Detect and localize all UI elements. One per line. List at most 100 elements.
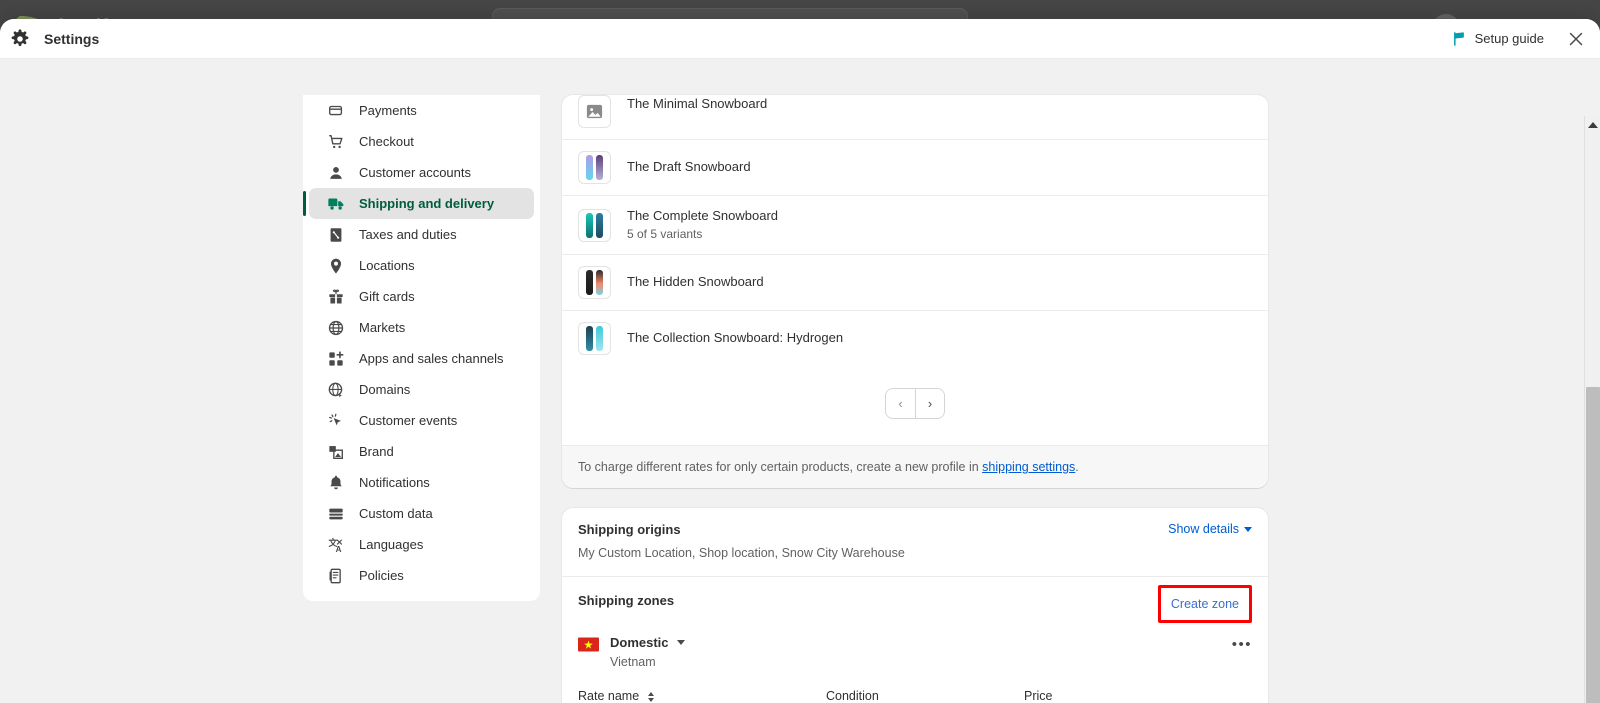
- vietnam-flag-icon: [578, 637, 599, 652]
- shipping-zone-info: Domestic Vietnam: [610, 635, 685, 669]
- shipping-origins-title: Shipping origins: [578, 522, 681, 538]
- vertical-scrollbar[interactable]: [1584, 116, 1600, 703]
- product-info: The Draft Snowboard: [627, 158, 751, 177]
- database-icon: [329, 508, 343, 519]
- table-row[interactable]: The Complete Snowboard 5 of 5 variants: [562, 196, 1268, 256]
- shipping-zone-name-row[interactable]: Domestic: [610, 635, 685, 650]
- snowboard-image: [586, 326, 603, 352]
- product-info: The Hidden Snowboard: [627, 273, 764, 292]
- product-variants: 5 of 5 variants: [627, 226, 703, 241]
- shipping-zones-header: Shipping zones Create zone: [562, 577, 1268, 631]
- shipping-zone-more-menu[interactable]: •••: [1232, 635, 1252, 652]
- product-title: The Minimal Snowboard: [627, 96, 768, 111]
- sidebar-item-brand[interactable]: Brand: [309, 436, 534, 467]
- shipping-zones-title: Shipping zones: [578, 593, 675, 609]
- pagination-next-button[interactable]: ›: [915, 389, 944, 419]
- sidebar-item-checkout[interactable]: Checkout: [309, 126, 534, 157]
- sidebar-item-custom-data[interactable]: Custom data: [309, 498, 534, 529]
- shipping-origins-header: Shipping origins Show details: [578, 522, 1252, 537]
- table-row[interactable]: The Collection Snowboard: Hydrogen: [562, 311, 1268, 366]
- sidebar-item-label: Locations: [359, 258, 415, 273]
- cart-icon: [329, 134, 343, 148]
- products-card: The Minimal Snowboard The Draft Snowboar…: [562, 95, 1268, 489]
- column-header-rate-name[interactable]: Rate name: [578, 689, 826, 703]
- snowboard-image: [586, 270, 603, 296]
- sidebar-item-label: Checkout: [359, 134, 414, 149]
- chevron-down-icon: [1244, 526, 1252, 532]
- rates-table: Rate name Condition Price Standard — Fre…: [562, 689, 1268, 703]
- setup-guide-button[interactable]: Setup guide: [1452, 31, 1544, 46]
- shipping-origins-zones-card: Shipping origins Show details My Custom …: [562, 508, 1268, 703]
- shipping-zone-row: Domestic Vietnam •••: [562, 635, 1268, 669]
- create-zone-highlight: Create zone: [1157, 585, 1252, 624]
- rates-table-header: Rate name Condition Price: [578, 689, 1252, 703]
- product-thumbnail: [578, 208, 611, 242]
- domain-globe-icon: [328, 382, 343, 398]
- footer-text-after: .: [1075, 460, 1079, 475]
- pagination-prev-button[interactable]: ‹: [886, 389, 915, 419]
- sidebar-item-label: Taxes and duties: [359, 227, 457, 242]
- product-thumbnail: [578, 151, 611, 184]
- flag-icon: [1453, 32, 1464, 46]
- shipping-zone-name: Domestic: [610, 635, 669, 651]
- sidebar-item-label: Shipping and delivery: [359, 196, 495, 211]
- column-header-price: Price: [1024, 689, 1053, 703]
- pagination-group: ‹ ›: [885, 388, 945, 420]
- sidebar-item-customer-events[interactable]: Customer events: [309, 405, 534, 436]
- sidebar-item-apps-and-sales-channels[interactable]: Apps and sales channels: [309, 343, 534, 374]
- translate-icon: 文 A: [327, 536, 342, 554]
- globe-icon: [328, 320, 344, 335]
- sidebar-item-label: Brand: [359, 444, 394, 459]
- sidebar-item-markets[interactable]: Markets: [309, 312, 534, 343]
- create-zone-button[interactable]: Create zone: [1171, 597, 1239, 611]
- product-title: The Collection Snowboard: Hydrogen: [627, 330, 844, 346]
- scrollbar-thumb[interactable]: [1586, 387, 1600, 703]
- product-title: The Hidden Snowboard: [627, 274, 764, 290]
- show-details-label: Show details: [1168, 522, 1239, 537]
- show-details-button[interactable]: Show details: [1168, 522, 1252, 536]
- sidebar-item-taxes-and-duties[interactable]: Taxes and duties: [309, 219, 534, 250]
- sort-arrows-icon: [647, 691, 654, 702]
- sidebar-item-label: Customer accounts: [359, 165, 471, 180]
- sidebar-item-label: Customer events: [359, 413, 458, 428]
- column-header-rate-name-label: Rate name: [578, 689, 640, 703]
- settings-modal-header: Settings Setup guide: [0, 19, 1600, 59]
- person-icon: [330, 166, 342, 179]
- sidebar-item-shipping-and-delivery[interactable]: Shipping and delivery: [303, 188, 534, 219]
- product-thumbnail: [578, 95, 611, 128]
- sidebar-item-payments[interactable]: Payments: [309, 95, 534, 126]
- scroll-up-arrow-icon[interactable]: [1588, 122, 1598, 128]
- payments-icon: [329, 105, 343, 115]
- svg-text:A: A: [336, 545, 342, 554]
- modal-header-actions: Setup guide: [1452, 29, 1586, 49]
- document-icon: [329, 568, 341, 583]
- brand-image-icon: [329, 445, 343, 459]
- close-icon[interactable]: [1566, 29, 1586, 49]
- product-title: The Complete Snowboard: [627, 208, 779, 223]
- sidebar-item-policies[interactable]: Policies: [309, 560, 534, 591]
- sidebar-item-customer-accounts[interactable]: Customer accounts: [309, 157, 534, 188]
- sidebar-item-gift-cards[interactable]: Gift cards: [309, 281, 534, 312]
- sidebar-item-label: Notifications: [359, 475, 430, 490]
- sidebar-item-notifications[interactable]: Notifications: [309, 467, 534, 498]
- truck-icon: [328, 198, 344, 210]
- sidebar-item-label: Apps and sales channels: [359, 351, 504, 366]
- settings-modal: Settings Setup guide Payments Checkout C…: [0, 19, 1600, 703]
- gear-icon: [11, 28, 29, 46]
- snowboard-image: [586, 155, 603, 180]
- shipping-origins-locations: My Custom Location, Shop location, Snow …: [578, 546, 905, 561]
- settings-sidebar: Payments Checkout Customer accounts Ship…: [303, 95, 540, 601]
- sidebar-item-languages[interactable]: 文 A Languages: [309, 529, 534, 560]
- table-row[interactable]: The Draft Snowboard: [562, 140, 1268, 196]
- sidebar-item-domains[interactable]: Domains: [309, 374, 534, 405]
- chevron-down-icon: [676, 640, 685, 646]
- sidebar-item-label: Languages: [359, 537, 424, 552]
- table-row[interactable]: The Minimal Snowboard: [562, 95, 1268, 140]
- shipping-settings-link[interactable]: shipping settings: [982, 460, 1075, 474]
- gift-icon: [329, 288, 343, 303]
- pagination: ‹ ›: [562, 366, 1268, 446]
- sidebar-item-locations[interactable]: Locations: [309, 250, 534, 281]
- sidebar-item-label: Custom data: [359, 506, 433, 521]
- main-content: The Minimal Snowboard The Draft Snowboar…: [562, 95, 1268, 703]
- table-row[interactable]: The Hidden Snowboard: [562, 255, 1268, 312]
